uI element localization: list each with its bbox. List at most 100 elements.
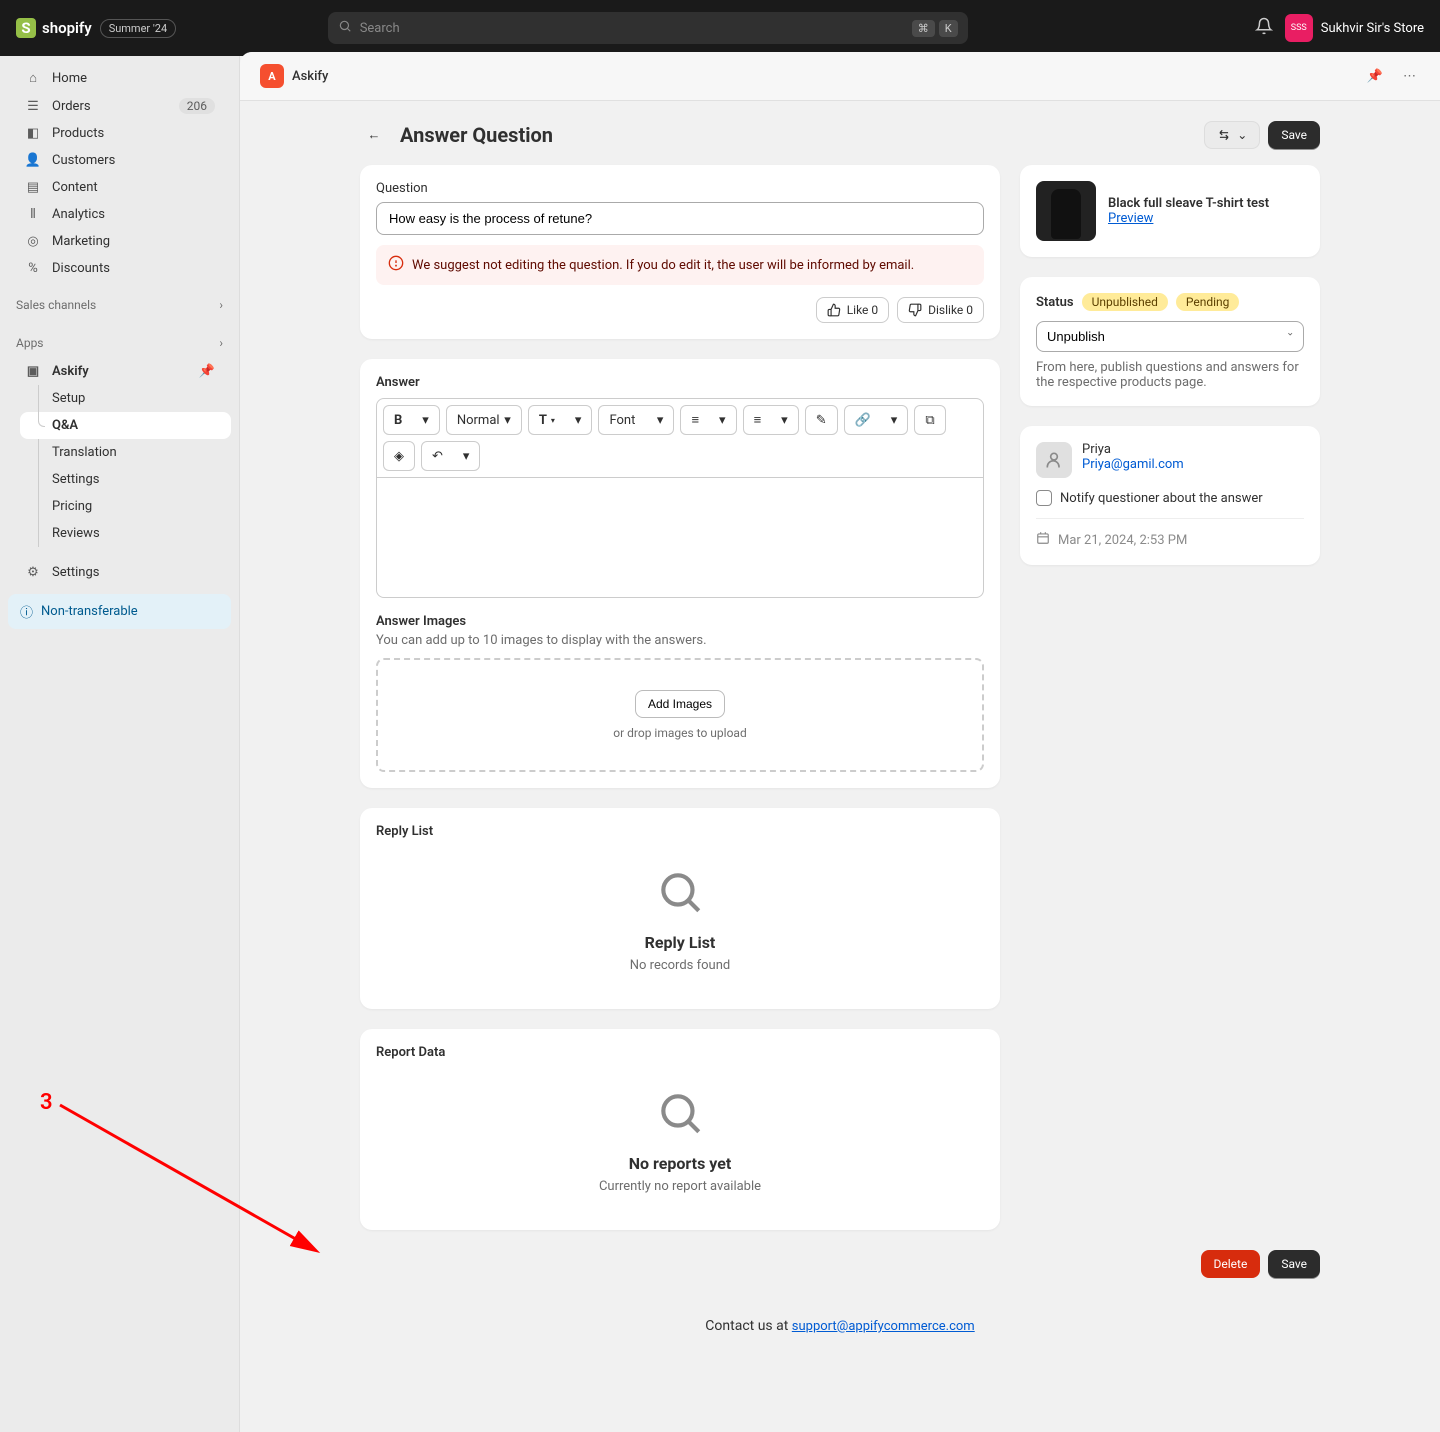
- undo-button[interactable]: ↶: [424, 444, 451, 468]
- store-avatar: SSS: [1285, 14, 1313, 42]
- notify-checkbox[interactable]: [1036, 490, 1052, 506]
- paragraph-select[interactable]: Normal▾: [449, 408, 519, 432]
- delete-button[interactable]: Delete: [1201, 1250, 1261, 1278]
- alert-text: We suggest not editing the question. If …: [412, 258, 914, 273]
- product-card: Black full sleave T-shirt test Preview: [1020, 165, 1320, 257]
- align-button[interactable]: ≡: [746, 408, 770, 432]
- user-email[interactable]: Priya@gamil.com: [1082, 457, 1184, 472]
- list-button[interactable]: ≡: [683, 408, 707, 432]
- sidebar-item-orders[interactable]: ☰Orders206: [8, 92, 231, 120]
- app-header: A Askify 📌 ⋯: [240, 52, 1440, 101]
- dislike-button[interactable]: Dislike 0: [897, 297, 984, 323]
- apps-section[interactable]: Apps›: [0, 328, 239, 358]
- sidebar-item-settings[interactable]: ⚙Settings: [8, 559, 231, 586]
- analytics-icon: ⫴: [24, 207, 42, 222]
- nav-label: Pricing: [52, 499, 92, 514]
- like-text: Like 0: [847, 303, 878, 317]
- align-dropdown[interactable]: ▾: [773, 408, 796, 432]
- link-button[interactable]: 🔗: [847, 408, 879, 432]
- link-dropdown[interactable]: ▾: [883, 408, 906, 432]
- chevron-right-icon: ›: [219, 298, 223, 312]
- nav-label: Content: [52, 180, 98, 195]
- text-size-dropdown[interactable]: ▾: [567, 408, 590, 432]
- status-select[interactable]: Unpublish: [1036, 321, 1304, 352]
- font-text: Font: [609, 413, 635, 428]
- font-select[interactable]: Font▾: [601, 408, 671, 432]
- discounts-icon: %: [24, 261, 42, 276]
- section-label: Sales channels: [16, 298, 96, 312]
- nav-label: Marketing: [52, 234, 110, 249]
- sidebar-item-reviews[interactable]: Reviews: [20, 520, 231, 547]
- question-label: Question: [376, 181, 984, 196]
- bell-icon[interactable]: [1255, 17, 1273, 39]
- user-avatar-icon: [1036, 442, 1072, 478]
- product-image: [1036, 181, 1096, 241]
- sidebar-item-qa[interactable]: Q&A: [20, 412, 231, 439]
- sidebar-item-products[interactable]: ◧Products: [8, 120, 231, 147]
- sidebar: ⌂Home ☰Orders206 ◧Products 👤Customers ▤C…: [0, 56, 240, 1432]
- language-button[interactable]: ⌄: [1204, 121, 1260, 149]
- sidebar-item-setup[interactable]: Setup: [20, 385, 231, 412]
- non-transferable-banner[interactable]: ⓘ Non-transferable: [8, 594, 231, 629]
- clear-format-button[interactable]: ◈: [386, 444, 412, 468]
- add-images-button[interactable]: Add Images: [635, 690, 725, 718]
- products-icon: ◧: [24, 126, 42, 141]
- support-link[interactable]: support@appifycommerce.com: [792, 1319, 975, 1334]
- bold-button[interactable]: B: [386, 408, 410, 432]
- bottom-actions: Delete Save 3: [360, 1250, 1320, 1278]
- question-input[interactable]: [376, 202, 984, 235]
- sidebar-item-home[interactable]: ⌂Home: [8, 64, 231, 92]
- like-button[interactable]: Like 0: [816, 297, 889, 323]
- marketing-icon: ◎: [24, 234, 42, 249]
- sidebar-item-askify[interactable]: ▣Askify📌: [8, 358, 231, 385]
- sidebar-item-content[interactable]: ▤Content: [8, 174, 231, 201]
- shopify-logo[interactable]: S shopify: [16, 18, 92, 38]
- sidebar-item-marketing[interactable]: ◎ Marketing: [8, 228, 231, 255]
- logo-area: S shopify Summer '24: [16, 18, 176, 38]
- answer-editor[interactable]: [376, 478, 984, 598]
- sidebar-item-discounts[interactable]: % Discounts: [8, 255, 231, 282]
- text-size-button[interactable]: T▾: [531, 408, 563, 432]
- product-title: Black full sleave T-shirt test: [1108, 196, 1269, 211]
- bold-dropdown[interactable]: ▾: [414, 408, 437, 432]
- code-button[interactable]: ⧉: [917, 408, 942, 432]
- topbar-right: SSS Sukhvir Sir's Store: [1255, 14, 1424, 42]
- page-title: Answer Question: [400, 123, 553, 147]
- image-dropzone[interactable]: Add Images or drop images to upload: [376, 658, 984, 772]
- gear-icon: ⚙: [24, 565, 42, 580]
- pin-app-icon[interactable]: 📌: [1363, 65, 1387, 88]
- empty-sub: No records found: [376, 958, 984, 973]
- store-menu[interactable]: SSS Sukhvir Sir's Store: [1285, 14, 1424, 42]
- sidebar-item-customers[interactable]: 👤Customers: [8, 147, 231, 174]
- preview-link[interactable]: Preview: [1108, 211, 1153, 226]
- kbd-cmd: ⌘: [912, 20, 935, 37]
- search-input[interactable]: Search ⌘ K: [328, 12, 968, 44]
- save-button-bottom[interactable]: Save: [1268, 1250, 1320, 1278]
- save-button[interactable]: Save: [1268, 121, 1320, 149]
- empty-title: Reply List: [376, 933, 984, 952]
- sidebar-item-analytics[interactable]: ⫴Analytics: [8, 201, 231, 228]
- sidebar-item-translation[interactable]: Translation: [20, 439, 231, 466]
- undo-dropdown[interactable]: ▾: [455, 444, 478, 468]
- answer-label: Answer: [376, 375, 984, 390]
- kbd-shortcut: ⌘ K: [912, 20, 958, 37]
- sidebar-item-pricing[interactable]: Pricing: [20, 493, 231, 520]
- nav-label: Setup: [52, 391, 85, 406]
- footer: Contact us at support@appifycommerce.com: [360, 1318, 1320, 1334]
- color-button[interactable]: ✎: [808, 408, 835, 432]
- pin-icon[interactable]: 📌: [199, 364, 215, 379]
- orders-icon: ☰: [24, 99, 42, 114]
- back-button[interactable]: ←: [360, 121, 388, 149]
- user-card: Priya Priya@gamil.com Notify questioner …: [1020, 426, 1320, 565]
- search-icon: [338, 19, 352, 37]
- more-icon[interactable]: ⋯: [1399, 65, 1420, 88]
- home-icon: ⌂: [24, 70, 42, 86]
- sales-channels-section[interactable]: Sales channels ›: [0, 290, 239, 320]
- nav-label: Translation: [52, 445, 117, 460]
- list-dropdown[interactable]: ▾: [711, 408, 734, 432]
- sidebar-item-app-settings[interactable]: Settings: [20, 466, 231, 493]
- nav-label: Discounts: [52, 261, 110, 276]
- brand-text: shopify: [42, 19, 92, 37]
- nav-label: Q&A: [52, 418, 78, 433]
- date-text: Mar 21, 2024, 2:53 PM: [1058, 533, 1187, 548]
